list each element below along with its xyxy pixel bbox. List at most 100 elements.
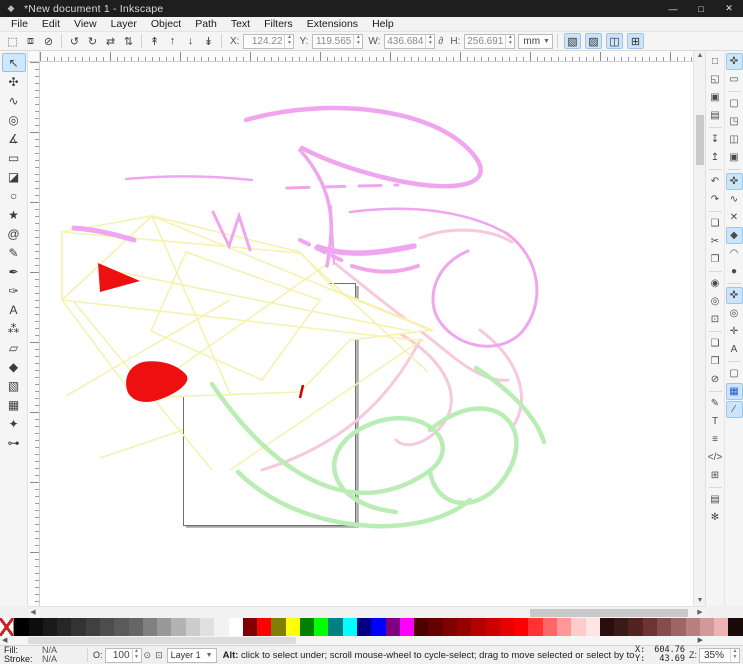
lower-to-bottom-button[interactable]: ↡ [200, 33, 217, 49]
move-gradients-toggle[interactable]: ◫ [605, 33, 623, 49]
export-button[interactable]: ↥ [707, 149, 724, 166]
w-field[interactable]: 436.684 ▲ ▼ [384, 33, 436, 49]
palette-swatch-39[interactable] [556, 618, 572, 636]
create-clone-button[interactable]: ❒ [707, 353, 724, 370]
horizontal-scrollbar[interactable]: ◀ ▶ [28, 606, 705, 618]
h-spinner[interactable]: ▲ ▼ [505, 34, 514, 48]
palette-swatch-28[interactable] [399, 618, 415, 636]
snap-others-toggle[interactable]: ✜ [725, 287, 743, 304]
palette-swatch-31[interactable] [442, 618, 457, 636]
palette-swatch-7[interactable] [99, 618, 115, 636]
tool-dropper[interactable]: ✦ [2, 414, 26, 433]
snap-bbox-centers-toggle[interactable]: ▣ [726, 149, 743, 166]
menu-extensions[interactable]: Extensions [300, 18, 365, 30]
copy-button[interactable]: ❏ [707, 215, 724, 232]
undo-button[interactable]: ↶ [707, 173, 724, 190]
tool-connector[interactable]: ⊶ [2, 433, 26, 452]
menu-edit[interactable]: Edit [35, 18, 67, 30]
cut-button[interactable]: ✂ [707, 233, 724, 250]
x-field[interactable]: 124.22 ▲ ▼ [243, 33, 295, 49]
xml-editor-button[interactable]: </> [707, 449, 724, 466]
zoom-to-drawing-button[interactable]: ◎ [707, 293, 724, 310]
select-all-button[interactable]: ⬚ [4, 33, 21, 49]
palette-swatch-17[interactable] [242, 618, 258, 636]
select-all-layers-button[interactable]: ⧈ [22, 33, 39, 49]
palette-scroll-left-icon[interactable]: ◀ [2, 636, 7, 645]
palette-swatch-50[interactable] [714, 618, 729, 636]
snap-text-baselines-toggle[interactable]: A [726, 341, 743, 358]
unlink-clone-button[interactable]: ⊘ [707, 371, 724, 388]
menu-file[interactable]: File [4, 18, 35, 30]
snap-page-border-toggle[interactable]: ▢ [726, 365, 743, 382]
flip-vertical-button[interactable]: ⇅ [120, 33, 137, 49]
palette-swatch-23[interactable] [328, 618, 343, 636]
layer-lock-icon[interactable]: ⊡ [155, 650, 163, 661]
palette-scrollbar[interactable]: ◀ ▶ [0, 636, 743, 645]
palette-swatch-43[interactable] [614, 618, 629, 636]
canvas[interactable] [40, 62, 693, 606]
save-document-button[interactable]: ▣ [707, 89, 724, 106]
scale-corners-toggle[interactable]: ▨ [584, 33, 602, 49]
menu-object[interactable]: Object [144, 18, 188, 30]
tool-selector[interactable]: ↖ [1, 53, 26, 72]
flip-horizontal-button[interactable]: ⇄ [102, 33, 119, 49]
palette-swatch-2[interactable] [28, 618, 43, 636]
palette-swatch-46[interactable] [656, 618, 672, 636]
snap-bbox-corners-toggle[interactable]: ◳ [726, 113, 743, 130]
palette-swatch-10[interactable] [142, 618, 158, 636]
palette-swatch-47[interactable] [671, 618, 686, 636]
palette-swatch-none[interactable] [0, 618, 15, 636]
rotate-cw-button[interactable]: ↻ [84, 33, 101, 49]
palette-swatch-6[interactable] [85, 618, 100, 636]
minimize-button[interactable]: — [659, 0, 687, 17]
menu-path[interactable]: Path [188, 18, 224, 30]
menu-view[interactable]: View [67, 18, 104, 30]
snap-bbox-edge-midpoints-toggle[interactable]: ◫ [726, 131, 743, 148]
tool-spray[interactable]: ⁂ [2, 319, 26, 338]
y-field[interactable]: 119.565 ▲ ▼ [312, 33, 364, 49]
paste-button[interactable]: ❐ [707, 251, 724, 268]
maximize-button[interactable]: □ [687, 0, 715, 17]
palette-swatch-3[interactable] [42, 618, 58, 636]
tool-mesh-gradient[interactable]: ▦ [2, 395, 26, 414]
tool-gradient[interactable]: ▧ [2, 376, 26, 395]
lower-button[interactable]: ↓ [182, 33, 199, 49]
layer-dropdown[interactable]: Layer 1 ▼ [166, 647, 217, 663]
palette-swatch-48[interactable] [685, 618, 700, 636]
palette-swatch-36[interactable] [514, 618, 529, 636]
horizontal-ruler[interactable] [40, 51, 693, 62]
tool-pencil[interactable]: ✎ [2, 243, 26, 262]
palette-swatch-12[interactable] [171, 618, 186, 636]
h-field[interactable]: 256.691 ▲ ▼ [464, 33, 516, 49]
close-button[interactable]: ✕ [715, 0, 743, 17]
palette-swatch-19[interactable] [271, 618, 286, 636]
snap-bounding-box-toggle[interactable]: ▭ [726, 71, 743, 88]
w-spinner[interactable]: ▲ ▼ [425, 34, 434, 48]
palette-swatch-26[interactable] [371, 618, 386, 636]
fill-stroke-indicator[interactable]: Fill: N/A Stroke: N/A [4, 646, 82, 664]
palette-swatch-1[interactable] [14, 618, 29, 636]
palette-swatch-34[interactable] [485, 618, 500, 636]
palette-swatch-14[interactable] [199, 618, 215, 636]
palette-swatch-49[interactable] [699, 618, 715, 636]
duplicate-button[interactable]: ❑ [707, 335, 724, 352]
vertical-scrollbar[interactable]: ▲ ▼ [693, 51, 705, 606]
tool-node-editor[interactable]: ✣ [2, 72, 26, 91]
fill-stroke-dialog-button[interactable]: ✎ [707, 395, 724, 412]
palette-swatch-38[interactable] [542, 618, 557, 636]
palette-swatch-25[interactable] [357, 618, 372, 636]
tool-box-3d[interactable]: ◪ [2, 167, 26, 186]
open-document-button[interactable]: ◱ [707, 71, 724, 88]
new-document-button[interactable]: □ [707, 53, 724, 70]
palette-swatch-44[interactable] [628, 618, 643, 636]
tool-spiral[interactable]: @ [2, 224, 26, 243]
tool-tweak[interactable]: ∿ [2, 91, 26, 110]
horizontal-scroll-thumb[interactable] [530, 609, 688, 617]
document-properties-button[interactable]: ▤ [707, 491, 724, 508]
move-patterns-toggle[interactable]: ⊞ [626, 33, 644, 49]
redo-button[interactable]: ↷ [707, 191, 724, 208]
zoom-to-page-button[interactable]: ⊡ [707, 311, 724, 328]
vertical-ruler[interactable] [28, 62, 40, 606]
tool-star[interactable]: ★ [2, 205, 26, 224]
preferences-button[interactable]: ✻ [707, 509, 724, 526]
